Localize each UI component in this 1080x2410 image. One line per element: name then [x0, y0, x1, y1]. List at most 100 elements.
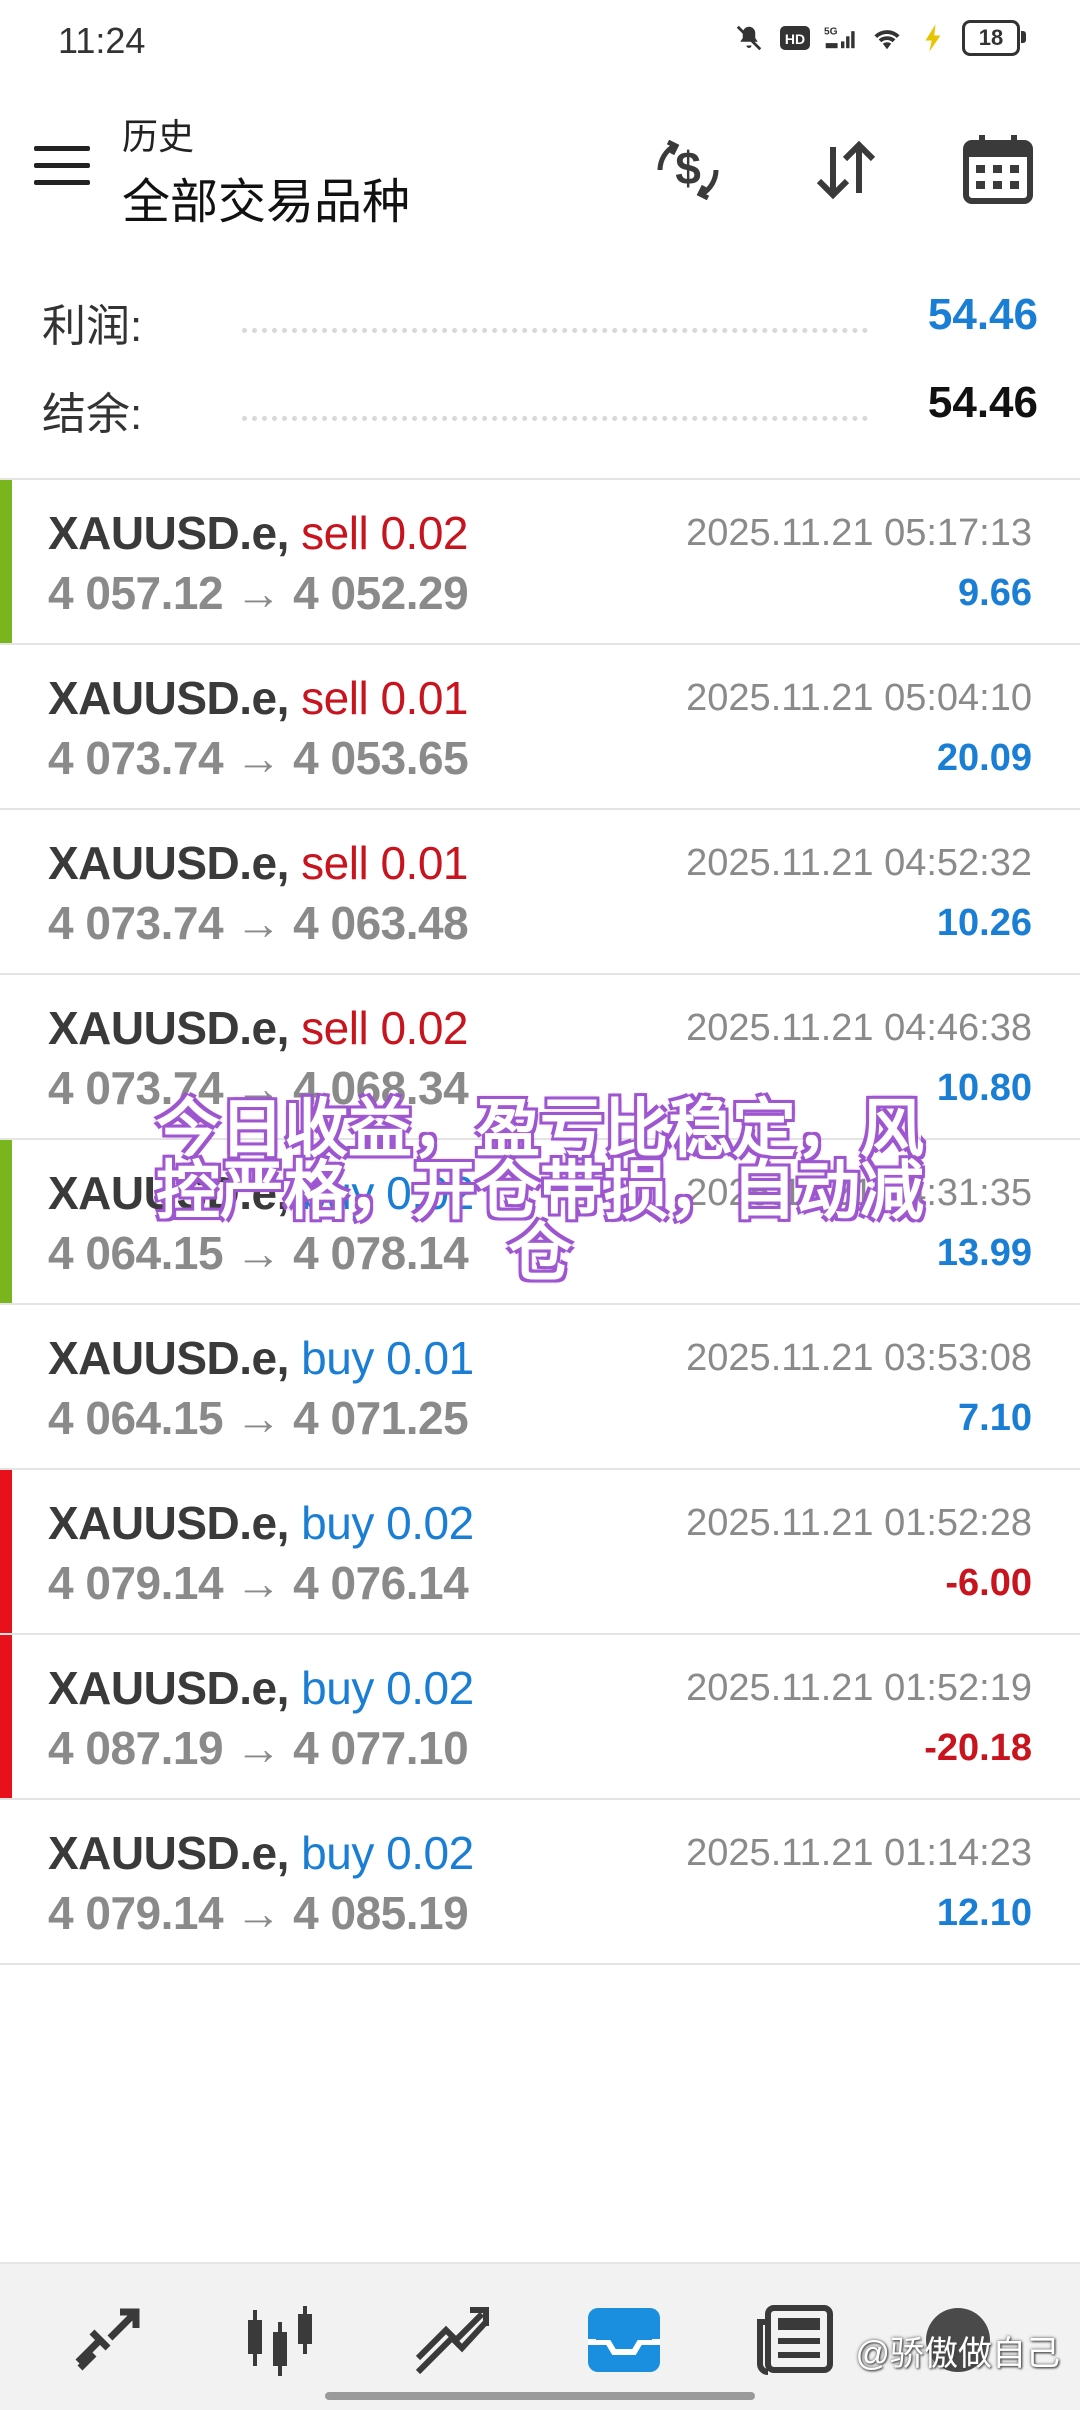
arrow-right-icon: → [223, 897, 294, 949]
toolbar: 历史 全部交易品种 $ [0, 90, 1080, 240]
trade-date: 2025.11.21 05:17:13 [686, 512, 1032, 554]
trade-symbol: XAUUSD.e, sell 0.02 [48, 506, 469, 560]
currency-exchange-icon[interactable]: $ [648, 130, 728, 210]
calendar-icon[interactable] [958, 130, 1038, 210]
open-price: 4 073.74 [48, 732, 224, 784]
wifi-icon [870, 21, 904, 55]
trade-profit: 7.10 [958, 1397, 1032, 1439]
balance-label: 结余: [42, 390, 143, 439]
dotted-leader [242, 416, 868, 421]
symbol-name: XAUUSD.e, [48, 1827, 289, 1879]
trade-result-bar [0, 1140, 12, 1303]
trade-icon[interactable] [412, 2300, 492, 2380]
trade-side: buy 0.02 [301, 1827, 474, 1879]
open-price: 4 079.14 [48, 1887, 224, 1939]
chart-icon[interactable] [240, 2300, 320, 2380]
close-price: 4 076.14 [293, 1557, 469, 1609]
symbol-name: XAUUSD.e, [48, 1332, 289, 1384]
battery-indicator: 18 [962, 20, 1026, 56]
trade-row[interactable]: XAUUSD.e, sell 0.01 4 073.74 → 4 053.65 20… [0, 645, 1080, 810]
history-icon[interactable] [584, 2300, 664, 2380]
close-price: 4 085.19 [293, 1887, 469, 1939]
open-price: 4 079.14 [48, 1557, 224, 1609]
mute-icon [732, 21, 766, 55]
trade-symbol: XAUUSD.e, buy 0.02 [48, 1496, 474, 1550]
sort-icon[interactable] [806, 130, 886, 210]
trade-date: 2025.11.21 03:53:08 [686, 1337, 1032, 1379]
page-subtitle: 历史 [122, 116, 195, 157]
svg-text:$: $ [675, 142, 701, 194]
close-price: 4 071.25 [293, 1392, 469, 1444]
hd-icon: HD [778, 21, 812, 55]
trade-symbol: XAUUSD.e, buy 0.02 [48, 1826, 474, 1880]
open-price: 4 073.74 [48, 897, 224, 949]
status-bar: 11:24 HD 5G 18 [0, 0, 1080, 80]
open-price: 4 057.12 [48, 567, 224, 619]
trade-row[interactable]: XAUUSD.e, buy 0.02 4 079.14 → 4 076.14 202… [0, 1470, 1080, 1635]
trade-symbol: XAUUSD.e, sell 0.01 [48, 671, 469, 725]
trade-prices: 4 064.15 → 4 071.25 [48, 1391, 469, 1445]
trade-row[interactable]: XAUUSD.e, buy 0.02 4 087.19 → 4 077.10 202… [0, 1635, 1080, 1800]
symbol-name: XAUUSD.e, [48, 672, 289, 724]
overlay-caption: 今日收益，盈亏比稳定，风控严格，开仓带损，自动减仓 [156, 1093, 924, 1289]
menu-icon[interactable] [34, 146, 90, 186]
trade-date: 2025.11.21 01:52:19 [686, 1667, 1032, 1709]
page-title[interactable]: 全部交易品种 [122, 162, 410, 232]
trade-row[interactable]: XAUUSD.e, buy 0.01 4 064.15 → 4 071.25 202… [0, 1305, 1080, 1470]
close-price: 4 052.29 [293, 567, 469, 619]
trade-date: 2025.11.21 01:52:28 [686, 1502, 1032, 1544]
balance-row: 结余: 54.46 [42, 378, 1038, 439]
arrow-right-icon: → [223, 1722, 294, 1774]
trade-symbol: XAUUSD.e, sell 0.01 [48, 836, 469, 890]
status-time: 11:24 [58, 20, 146, 61]
trade-row[interactable]: XAUUSD.e, buy 0.02 4 079.14 → 4 085.19 202… [0, 1800, 1080, 1965]
trade-result-bar [0, 1470, 12, 1633]
trade-date: 2025.11.21 04:46:38 [686, 1007, 1032, 1049]
open-price: 4 087.19 [48, 1722, 224, 1774]
trade-prices: 4 079.14 → 4 085.19 [48, 1886, 469, 1940]
profit-value: 54.46 [927, 290, 1038, 339]
trade-row[interactable]: XAUUSD.e, sell 0.02 4 057.12 → 4 052.29 20… [0, 480, 1080, 645]
trade-side: buy 0.02 [301, 1662, 474, 1714]
arrow-right-icon: → [223, 1557, 294, 1609]
trade-profit: 10.26 [936, 902, 1032, 944]
profit-row: 利润: 54.46 [42, 290, 1038, 351]
close-price: 4 063.48 [293, 897, 469, 949]
arrow-right-icon: → [223, 732, 294, 784]
profit-label: 利润: [42, 302, 143, 351]
trade-date: 2025.11.21 01:14:23 [686, 1832, 1032, 1874]
trade-symbol: XAUUSD.e, buy 0.01 [48, 1331, 474, 1385]
symbol-name: XAUUSD.e, [48, 507, 289, 559]
quotes-icon[interactable] [68, 2300, 148, 2380]
open-price: 4 064.15 [48, 1392, 224, 1444]
trade-prices: 4 079.14 → 4 076.14 [48, 1556, 469, 1610]
svg-text:5G: 5G [824, 27, 838, 38]
trade-row[interactable]: XAUUSD.e, sell 0.01 4 073.74 → 4 063.48 20… [0, 810, 1080, 975]
trade-side: buy 0.02 [301, 1497, 474, 1549]
arrow-right-icon: → [223, 1887, 294, 1939]
trade-date: 2025.11.21 05:04:10 [686, 677, 1032, 719]
home-indicator[interactable] [325, 2392, 755, 2400]
trade-side: buy 0.01 [301, 1332, 474, 1384]
trade-prices: 4 087.19 → 4 077.10 [48, 1721, 469, 1775]
trade-prices: 4 073.74 → 4 053.65 [48, 731, 469, 785]
balance-value: 54.46 [927, 378, 1038, 427]
power-saving-icon [916, 21, 950, 55]
trade-profit: -20.18 [924, 1727, 1032, 1769]
trade-date: 2025.11.21 04:52:32 [686, 842, 1032, 884]
trade-side: sell 0.01 [301, 672, 469, 724]
trade-result-bar [0, 975, 12, 1138]
trade-prices: 4 073.74 → 4 063.48 [48, 896, 469, 950]
trade-profit: 9.66 [958, 572, 1032, 614]
signal-5g-icon: 5G [824, 21, 858, 55]
trade-symbol: XAUUSD.e, sell 0.02 [48, 1001, 469, 1055]
news-icon[interactable] [756, 2300, 836, 2380]
watermark: @骄傲做自己 [855, 2335, 1060, 2373]
trade-result-bar [0, 1305, 12, 1468]
trade-side: sell 0.02 [301, 507, 469, 559]
symbol-name: XAUUSD.e, [48, 1662, 289, 1714]
status-icons: HD 5G 18 [732, 20, 1026, 56]
trade-side: sell 0.01 [301, 837, 469, 889]
trade-result-bar [0, 1635, 12, 1798]
svg-text:HD: HD [785, 31, 805, 47]
